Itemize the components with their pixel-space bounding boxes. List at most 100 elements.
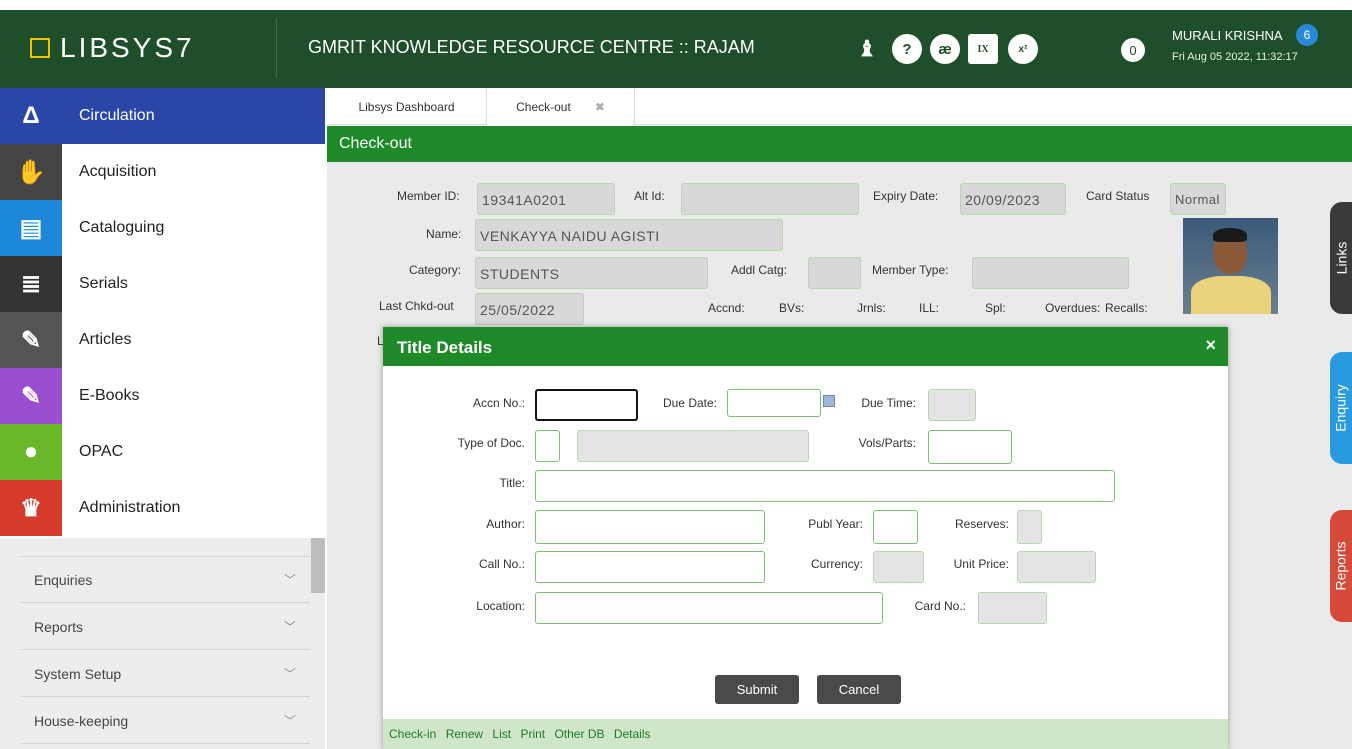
help-icon[interactable]: ? (892, 34, 922, 64)
submenu-house-keeping[interactable]: House-keeping ﹀ (20, 698, 310, 744)
cancel-button[interactable]: Cancel (817, 675, 901, 704)
top-strip (0, 0, 1352, 10)
dialog-title: Title Details (397, 338, 493, 357)
currency-field (873, 551, 924, 583)
last-checked-out-field[interactable]: 25/05/2022 (475, 293, 584, 325)
special-characters-icon[interactable]: æ (930, 34, 960, 64)
member-id-label: Member ID: (397, 189, 460, 203)
renew-link[interactable]: Renew (446, 727, 483, 741)
member-id-field[interactable]: 19341A0201 (477, 183, 615, 215)
reserves-label: Reserves: (954, 517, 1009, 531)
author-input[interactable] (535, 510, 765, 544)
libsys-logo[interactable]: LIBSYS7 (30, 32, 195, 64)
app-title: GMRIT KNOWLEDGE RESOURCE CENTRE :: RAJAM (308, 37, 755, 57)
card-status-field[interactable]: Normal (1170, 183, 1226, 215)
module-articles[interactable]: ✎ Articles (0, 312, 325, 368)
user-badge[interactable]: 6 (1296, 24, 1318, 46)
side-tab-enquiry[interactable]: Enquiry (1330, 352, 1352, 464)
submenu-enquiries[interactable]: Enquiries ﹀ (20, 557, 310, 603)
due-date-input[interactable] (727, 389, 821, 417)
circulation-submenu: Enquiries ﹀ Reports ﹀ System Setup ﹀ House-… (0, 538, 325, 749)
print-link[interactable]: Print (520, 727, 545, 741)
submenu-system-setup[interactable]: System Setup ﹀ (20, 651, 310, 697)
notification-counter[interactable]: 0 (1121, 38, 1145, 62)
opac-circles-icon: ● (0, 424, 62, 480)
vols-parts-label: Vols/Parts: (858, 436, 916, 450)
side-tab-reports[interactable]: Reports (1330, 510, 1352, 622)
alt-id-field[interactable] (681, 183, 859, 215)
tab-check-out[interactable]: Check-out ✖ (487, 88, 635, 125)
photo-hair (1213, 228, 1247, 242)
chevron-down-icon: ﹀ (283, 573, 296, 587)
header-divider (276, 18, 277, 78)
submenu-scrollbar[interactable] (311, 538, 325, 593)
name-field[interactable]: VENKAYYA NAIDU AGISTI (475, 219, 783, 251)
accn-no-label: Accn No.: (472, 396, 525, 410)
side-tab-label: Links (1333, 241, 1349, 275)
other-db-link[interactable]: Other DB (554, 727, 604, 741)
submenu-label: House-keeping (34, 712, 129, 729)
book-stack-icon: ≣ (0, 256, 62, 312)
location-input[interactable] (535, 592, 883, 624)
due-time-input[interactable] (928, 389, 976, 421)
module-circulation[interactable]: Δ Circulation (0, 88, 325, 144)
accn-no-input[interactable] (535, 389, 638, 421)
check-in-link[interactable]: Check-in (389, 727, 436, 741)
photo-shirt (1191, 276, 1271, 314)
type-of-doc-code-input[interactable] (535, 430, 560, 462)
ill-label: ILL: (919, 301, 940, 315)
card-no-label: Card No.: (914, 599, 966, 613)
card-no-field (978, 592, 1047, 624)
close-icon[interactable]: × (1205, 335, 1216, 356)
side-tab-links[interactable]: Links (1330, 202, 1352, 314)
module-serials[interactable]: ≣ Serials (0, 256, 325, 312)
recalls-label: Recalls: (1105, 301, 1148, 315)
publ-year-input[interactable] (873, 510, 918, 544)
addl-catg-field[interactable] (808, 257, 861, 289)
submenu-item-partial[interactable] (20, 538, 310, 557)
dialog-header: Title Details × (383, 327, 1228, 366)
title-input[interactable] (535, 470, 1115, 502)
module-administration[interactable]: ♛ Administration (0, 480, 325, 536)
unit-price-field (1017, 551, 1096, 583)
module-cataloguing[interactable]: ▤ Cataloguing (0, 200, 325, 256)
catalog-cards-icon: ▤ (0, 200, 62, 256)
side-tab-label: Enquiry (1333, 384, 1349, 432)
dialog-footer-links: Check-in Renew List Print Other DB Detai… (383, 719, 1228, 749)
type-of-doc-description (577, 430, 809, 462)
user-settings-icon[interactable]: ♝ (852, 34, 882, 64)
expiry-date-field[interactable]: 20/09/2023 (960, 183, 1066, 215)
user-name[interactable]: MURALI KRISHNA (1172, 28, 1283, 43)
module-acquisition[interactable]: ✋ Acquisition (0, 144, 325, 200)
member-type-field[interactable] (972, 257, 1129, 289)
roman-numerals-icon[interactable]: IX (968, 34, 998, 64)
list-link[interactable]: List (492, 727, 511, 741)
reserves-field (1017, 510, 1042, 544)
tab-libsys-dashboard[interactable]: Libsys Dashboard (327, 88, 487, 125)
due-time-label: Due Time: (861, 396, 916, 410)
submenu-reports[interactable]: Reports ﹀ (20, 604, 310, 650)
edit-icon: ✎ (0, 368, 62, 424)
submenu-label: Enquiries (34, 571, 93, 588)
close-icon[interactable]: ✖ (595, 100, 605, 114)
publ-year-label: Publ Year: (808, 517, 863, 531)
module-ebooks[interactable]: ✎ E-Books (0, 368, 325, 424)
tab-label: Libsys Dashboard (358, 99, 455, 114)
addl-catg-label: Addl Catg: (731, 263, 788, 277)
bvs-label: BVs: (779, 301, 805, 315)
card-status-label: Card Status (1086, 189, 1150, 203)
category-field[interactable]: STUDENTS (475, 257, 708, 289)
call-no-label: Call No.: (478, 557, 525, 571)
calendar-icon[interactable] (823, 395, 835, 407)
member-type-label: Member Type: (872, 263, 949, 277)
module-label: OPAC (79, 443, 124, 460)
submit-button[interactable]: Submit (715, 675, 799, 704)
vols-parts-input[interactable] (928, 430, 1012, 464)
details-link[interactable]: Details (614, 727, 651, 741)
title-label: Title: (499, 476, 525, 490)
call-no-input[interactable] (535, 551, 765, 583)
title-details-dialog: Title Details × Accn No.: Due Date: Due … (383, 327, 1228, 749)
superscript-icon[interactable]: x² (1008, 34, 1038, 64)
user-datetime: Fri Aug 05 2022, 11:32:17 (1172, 51, 1298, 63)
module-opac[interactable]: ● OPAC (0, 424, 325, 480)
